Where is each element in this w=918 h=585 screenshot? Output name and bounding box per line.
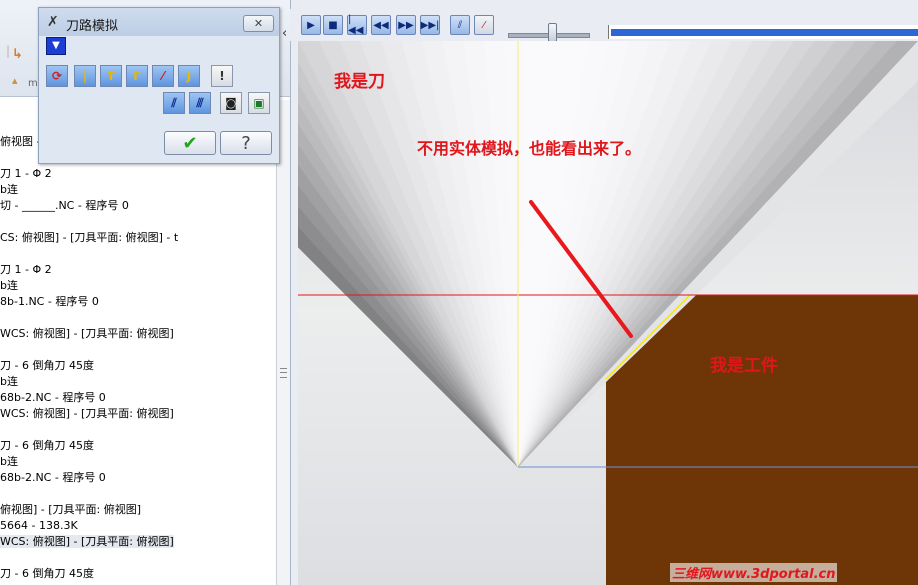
camera-icon: ◙	[225, 96, 237, 110]
checkmark-icon: ✔	[182, 132, 198, 154]
holder-icon: T	[106, 69, 116, 83]
color-cycle-icon: ⟳	[51, 69, 63, 83]
operations-tree[interactable]: 俯视图 - 刀 1 - Φ 2 b连 切 - ______.NC - 程序号 0…	[0, 100, 276, 585]
speed-slider-thumb[interactable]	[548, 23, 557, 42]
tool-annotation-label: 我是刀	[334, 72, 385, 92]
chevron-down-icon: ▼	[52, 40, 60, 51]
skip-to-end-button[interactable]: ▶▶|	[420, 15, 440, 35]
toolpath-lines-button[interactable]: ⫽	[163, 92, 185, 114]
dialog-close-button[interactable]: ✕	[243, 15, 274, 32]
mastercam-logo-icon: ✗	[47, 14, 59, 30]
playback-toolbar: ‹ ▶ ■ |◀◀ ◀◀ ▶▶ ▶▶| ⫽ ⁄	[282, 9, 918, 42]
site-watermark: 三维网www.3dportal.cn	[670, 563, 838, 582]
tree-item[interactable]: 刀 - 6 倒角刀 45度	[0, 567, 94, 580]
toolpath-display-button[interactable]: ⫽	[450, 15, 470, 35]
splitter-grip-icon[interactable]	[280, 368, 287, 378]
tree-item[interactable]: 68b-2.NC - 程序号 0	[0, 391, 106, 404]
toolpath-multi-icon: ⫻	[196, 95, 204, 110]
verify-icon: J	[186, 69, 192, 83]
info-button[interactable]: !	[211, 65, 233, 87]
tree-item[interactable]: WCS: 俯视图] - [刀具平面: 俯视图]	[0, 407, 174, 420]
skip-to-end-icon: ▶▶|	[420, 19, 440, 31]
save-icon: ▣	[253, 96, 265, 110]
tree-item[interactable]: WCS: 俯视图] - [刀具平面: 俯视图]	[0, 327, 174, 340]
exclamation-icon: !	[219, 69, 225, 83]
tree-item[interactable]: b连	[0, 455, 18, 468]
workpiece-block	[606, 295, 918, 585]
stop-icon: ■	[328, 19, 338, 31]
stop-button[interactable]: ■	[323, 15, 343, 35]
show-tool-button[interactable]: |	[74, 65, 96, 87]
help-icon: ?	[241, 132, 251, 154]
select-op-icon[interactable]: ▴	[12, 74, 26, 88]
skip-to-start-icon: |◀◀	[348, 14, 364, 36]
tree-item[interactable]: 俯视图 -	[0, 135, 40, 148]
workpiece-annotation-label: 我是工件	[710, 356, 778, 376]
ok-button[interactable]: ✔	[164, 131, 216, 155]
tree-item[interactable]: 68b-2.NC - 程序号 0	[0, 471, 106, 484]
tool-display-button[interactable]: ⁄	[474, 15, 494, 35]
progress-fill	[611, 29, 918, 36]
toolpath-display-icon: ⫽	[457, 19, 463, 31]
tree-item[interactable]: b连	[0, 279, 18, 292]
tree-item[interactable]: 刀 - 6 倒角刀 45度	[0, 439, 94, 452]
simulation-progress-bar[interactable]	[608, 25, 918, 39]
tree-item[interactable]: 刀 1 - Φ 2	[0, 263, 52, 276]
toolpath-multi-button[interactable]: ⫻	[189, 92, 211, 114]
screenshot-button[interactable]: ◙	[220, 92, 242, 114]
tree-item[interactable]: 刀 1 - Φ 2	[0, 167, 52, 180]
tool-display-icon: ⁄	[483, 19, 485, 31]
toolpath-lines-icon: ⫽	[171, 95, 177, 110]
tree-item[interactable]: b连	[0, 183, 18, 196]
collapse-arrow[interactable]: ‹	[282, 26, 287, 41]
dialog-title: 刀路模拟	[66, 19, 119, 34]
step-back-icon: ◀◀	[373, 19, 389, 31]
tree-item[interactable]: 刀 - 6 倒角刀 45度	[0, 359, 94, 372]
quick-verify-button[interactable]: ᒥ	[126, 65, 148, 87]
play-button[interactable]: ▶	[301, 15, 321, 35]
toolpath-simulation-dialog: ✗ 刀路模拟 ✕ ▼ ⟳ | T ᒥ ⁄ J ! ⫽ ⫻ ◙ ▣ ✔ ?	[38, 7, 280, 164]
note-annotation-label: 不用实体模拟，也能看出来了。	[417, 139, 642, 158]
show-holder-button[interactable]: T	[100, 65, 122, 87]
step-forward-icon: ▶▶	[398, 19, 414, 31]
step-forward-button[interactable]: ▶▶	[396, 15, 416, 35]
show-endpoints-button[interactable]: ⁄	[152, 65, 174, 87]
tree-item[interactable]: b连	[0, 375, 18, 388]
tree-item[interactable]: 8b-1.NC - 程序号 0	[0, 295, 99, 308]
simulation-scene	[298, 41, 918, 585]
play-icon: ▶	[307, 19, 315, 31]
skip-to-start-button[interactable]: |◀◀	[347, 14, 367, 36]
tree-item[interactable]: 切 - ______.NC - 程序号 0	[0, 199, 129, 212]
tree-item-selected[interactable]: WCS: 俯视图] - [刀具平面: 俯视图]	[0, 535, 174, 548]
endpoints-icon: ⁄	[161, 69, 164, 83]
graphics-viewport[interactable]: 我是刀 不用实体模拟，也能看出来了。 我是工件	[298, 41, 918, 585]
color-cycle-button[interactable]: ⟳	[46, 65, 68, 87]
step-back-button[interactable]: ◀◀	[371, 15, 391, 35]
help-button[interactable]: ?	[220, 131, 272, 155]
quick-verify-icon: ᒥ	[133, 69, 141, 83]
tree-splitter[interactable]	[276, 100, 290, 585]
verify-button[interactable]: J	[178, 65, 200, 87]
tool-icon: |	[82, 69, 88, 83]
tree-item[interactable]: 俯视图] - [刀具平面: 俯视图]	[0, 503, 141, 516]
dialog-titlebar[interactable]: ✗ 刀路模拟 ✕	[39, 8, 279, 36]
tree-item[interactable]: 5664 - 138.3K	[0, 519, 78, 532]
save-button[interactable]: ▣	[248, 92, 270, 114]
tree-item[interactable]: CS: 俯视图] - [刀具平面: 俯视图] - t	[0, 231, 178, 244]
regenerate-path-icon[interactable]: ↳	[12, 47, 26, 62]
close-icon: ✕	[253, 17, 264, 30]
expand-options-button[interactable]: ▼	[46, 37, 66, 55]
